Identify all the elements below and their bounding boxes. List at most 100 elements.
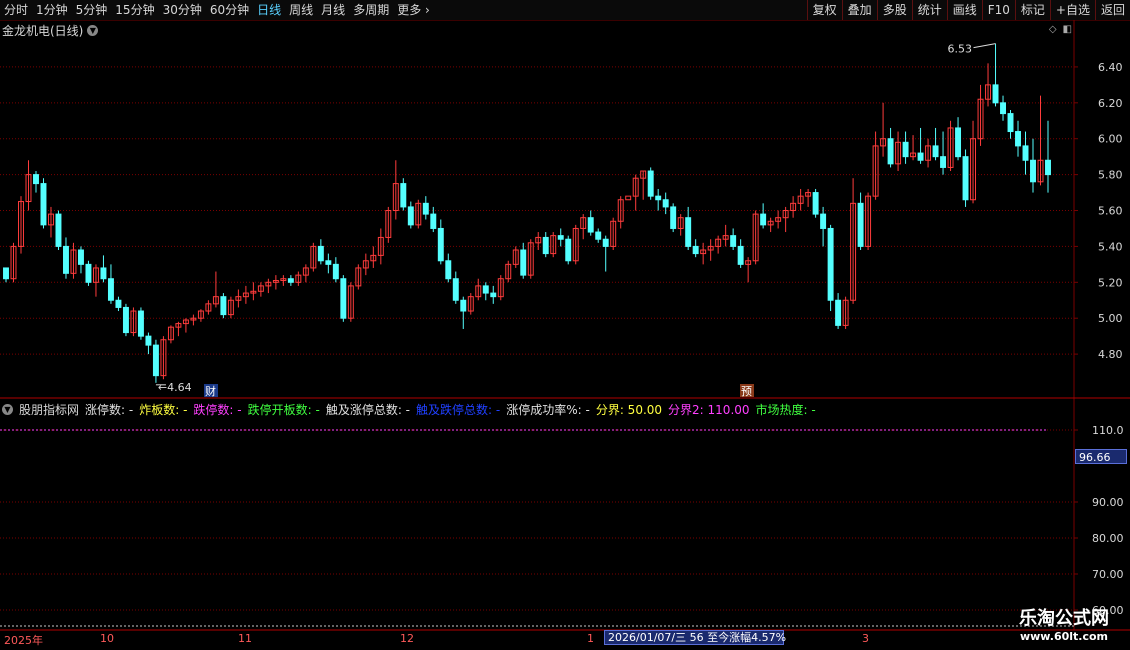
candle-body-down [220, 296, 227, 316]
candle-body-down [520, 249, 527, 276]
candle-body-down [482, 285, 489, 294]
candle-body-down [100, 267, 107, 280]
indicator-item: 涨停成功率%: - [506, 403, 590, 417]
candle-body-down [422, 202, 429, 215]
candle-body-down [542, 236, 549, 255]
candle-body-down [692, 245, 699, 255]
candle-body-down [595, 231, 602, 240]
candle-body-down [145, 335, 152, 346]
watermark-url: www.60lt.com [1019, 630, 1109, 643]
candle-body-down [812, 192, 819, 215]
ind-tick-label: 70.00 [1092, 568, 1124, 581]
candle-body-down [430, 213, 437, 229]
price-tick-label: 5.40 [1098, 240, 1123, 253]
candle-body-down [730, 235, 737, 247]
candle-body-down [400, 183, 407, 208]
chevron-down-icon[interactable]: ▼ [87, 25, 99, 36]
indicator-item: 分界2: 110.00 [668, 403, 750, 417]
watermark: 乐淘公式网 www.60lt.com [998, 608, 1130, 644]
forecast-marker-label: 预 [741, 385, 752, 398]
price-tick-label: 4.80 [1098, 348, 1123, 361]
candle-body-down [332, 263, 339, 280]
candle-body-down [62, 245, 69, 274]
candle-body-down [317, 245, 324, 262]
indicator-item: 触及跌停总数: - [416, 403, 501, 417]
candle-body-down [1022, 145, 1029, 161]
ind-tick-label: 110.0 [1092, 424, 1124, 437]
indicator-item: 炸板数: - [139, 403, 188, 417]
watermark-title: 乐淘公式网 [1019, 608, 1109, 629]
candle-body-down [122, 306, 129, 334]
indicator-item: 涨停数: - [85, 403, 134, 417]
candle-body-down [820, 213, 827, 229]
candle-body-down [662, 199, 669, 208]
date-status-box: 2026/01/07/三 56 至今涨幅4.57% [604, 630, 786, 645]
candle-body-up [625, 195, 632, 201]
candle-body-down [670, 206, 677, 229]
candle-body-down [340, 278, 347, 319]
ind-tick-label: 80.00 [1092, 532, 1124, 545]
candle-body-down [1045, 159, 1051, 176]
candle-body-down [940, 156, 947, 168]
indicator-name[interactable]: 股朋指标网 [19, 401, 79, 418]
price-tick-label: 5.00 [1098, 312, 1123, 325]
high-marker-line [973, 43, 996, 49]
candle-body-down [452, 278, 459, 301]
finance-marker-label: 财 [205, 384, 216, 398]
ind-tick-label: 90.00 [1092, 496, 1124, 509]
candle-body-down [407, 206, 414, 226]
current-value-box: 96.66 [1075, 449, 1127, 464]
candle-body-down [827, 227, 834, 301]
time-label: 3 [862, 632, 869, 645]
window-icon[interactable]: ◧ [1063, 24, 1072, 35]
chart-top-icons: ◇ ◧ [1049, 24, 1072, 35]
candle-body-down [737, 245, 744, 265]
candle-body-down [137, 310, 144, 337]
candle-body-down [955, 127, 962, 158]
candle-body-down [887, 138, 894, 165]
indicator-item: 跌停开板数: - [247, 403, 320, 417]
time-label: 2025年 [4, 634, 43, 647]
candle-body-down [77, 249, 84, 265]
price-tick-label: 6.40 [1098, 61, 1123, 74]
candle-body-down [760, 213, 767, 226]
candle-body-down [115, 299, 122, 308]
time-label: 11 [238, 632, 252, 645]
time-label: 1 [587, 632, 594, 645]
price-tick-label: 6.00 [1098, 133, 1123, 146]
indicator-item: 分界: 50.00 [595, 403, 663, 417]
candle-body-down [1007, 113, 1014, 133]
candle-body-down [1030, 159, 1036, 183]
candle-body-down [1015, 131, 1021, 147]
candle-body-down [587, 217, 594, 233]
price-tick-label: 5.80 [1098, 169, 1123, 182]
indicator-header: ▼ 股朋指标网 涨停数: - 炸板数: - 跌停数: - 跌停开板数: - 触及… [2, 401, 816, 418]
candle-body-down [107, 278, 114, 301]
price-tick-label: 6.20 [1098, 97, 1123, 110]
indicator-item: 市场热度: - [755, 403, 816, 417]
candle-body-down [647, 170, 654, 197]
candle-body-down [655, 195, 662, 201]
candle-body-down [932, 145, 939, 158]
candle-body-down [1000, 102, 1006, 115]
kline-chart[interactable]: 6.40 6.20 6.00 5.80 5.60 5.40 5.20 5.00 4.80 6.53… [0, 0, 1130, 650]
candle-body-down [3, 267, 9, 280]
time-label: 12 [400, 632, 414, 645]
price-tick-label: 5.20 [1098, 276, 1123, 289]
diamond-icon[interactable]: ◇ [1049, 24, 1057, 35]
indicator-item: 跌停数: - [193, 403, 242, 417]
candle-body-down [835, 299, 842, 326]
candle-body-down [685, 217, 692, 247]
candle-body-down [857, 202, 864, 247]
candle-body-down [992, 84, 999, 104]
chart-title: 金龙机电(日线) ▼ [2, 22, 99, 39]
candle-body-down [902, 141, 909, 158]
candle-body-down [445, 260, 452, 280]
indicator-item: 触及涨停总数: - [325, 403, 411, 417]
candle-body-down [602, 238, 609, 247]
candle-body-down [557, 235, 564, 240]
stock-title: 金龙机电(日线) [2, 24, 84, 38]
candle-body-down [565, 238, 572, 262]
candle-body-down [962, 156, 969, 201]
chevron-down-icon[interactable]: ▼ [2, 404, 13, 415]
